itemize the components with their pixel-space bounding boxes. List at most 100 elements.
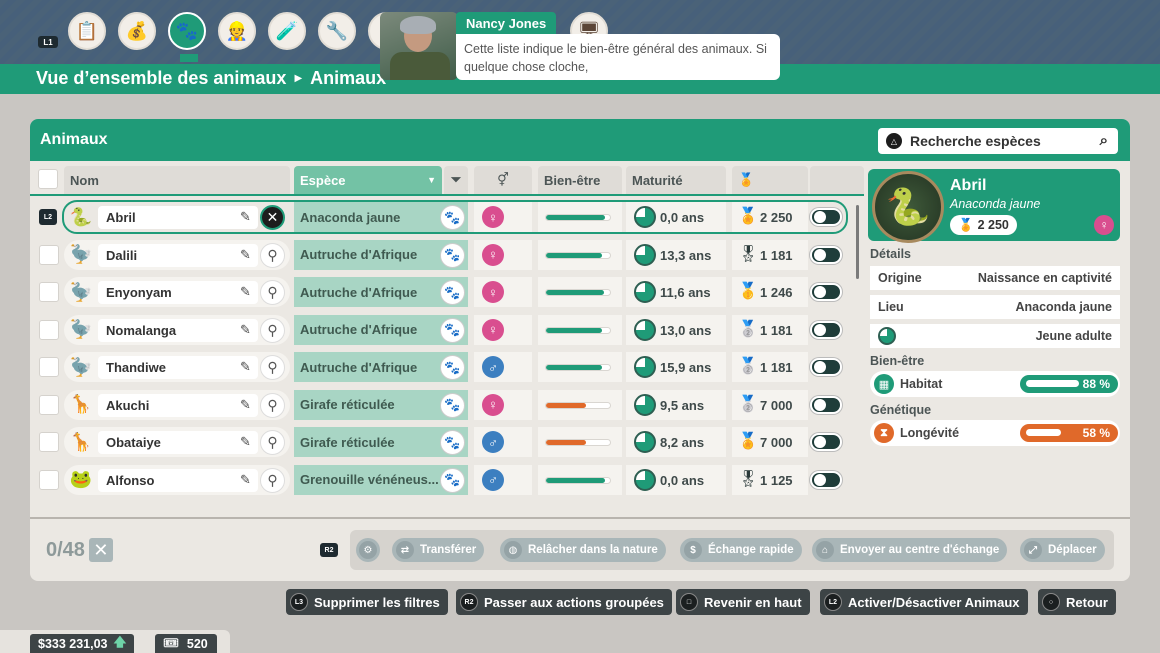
animal-name-field[interactable]: Thandiwe xyxy=(98,356,258,379)
pencil-icon[interactable]: ✎ xyxy=(240,472,251,488)
paw-icon[interactable]: 🐾 xyxy=(440,392,465,418)
clipboard-icon[interactable]: 📋 xyxy=(68,12,106,50)
animal-score: 1 181 xyxy=(760,360,793,375)
release-button[interactable]: ◍ Relâcher dans la nature xyxy=(500,538,666,562)
pencil-icon[interactable]: ✎ xyxy=(240,434,251,450)
row-checkbox[interactable] xyxy=(39,244,59,265)
animal-row[interactable]: 🦤 Dalili ✎ ⚲ Autruche d'Afrique 🐾 ♀ 13,3… xyxy=(30,238,864,272)
animal-row[interactable]: 🦤 Thandiwe ✎ ⚲ Autruche d'Afrique 🐾 ♂ 15… xyxy=(30,350,864,384)
paw-icon[interactable]: 🐾 xyxy=(440,280,465,305)
animal-toggle[interactable] xyxy=(810,433,842,451)
animal-toggle[interactable] xyxy=(810,245,842,264)
pencil-icon[interactable]: ✎ xyxy=(240,397,251,413)
row-checkbox[interactable] xyxy=(39,469,59,490)
animal-list: L2 🐍 Abril ✎ ✕ Anaconda jaune 🐾 ♀ 0,0 an… xyxy=(30,200,864,512)
close-icon[interactable]: ✕ xyxy=(260,205,285,230)
row-checkbox[interactable] xyxy=(39,432,59,452)
animal-row[interactable]: L2 🐍 Abril ✎ ✕ Anaconda jaune 🐾 ♀ 0,0 an… xyxy=(30,200,864,234)
animal-toggle[interactable] xyxy=(810,283,842,301)
column-header-score-icon[interactable]: 🏅 xyxy=(732,166,808,194)
pencil-icon[interactable]: ✎ xyxy=(240,247,251,263)
pencil-icon[interactable]: ✎ xyxy=(240,284,251,300)
animal-row[interactable]: 🦤 Enyonyam ✎ ⚲ Autruche d'Afrique 🐾 ♀ 11… xyxy=(30,275,864,309)
animal-toggle[interactable] xyxy=(810,320,842,339)
maturity-icon xyxy=(634,431,656,453)
paw-icon[interactable]: 🐾 xyxy=(440,205,465,230)
money-icon[interactable]: 💰 xyxy=(118,12,156,50)
pencil-icon[interactable]: ✎ xyxy=(240,322,251,338)
hint-bulk-actions[interactable]: R2 Passer aux actions groupées xyxy=(456,589,672,615)
paw-icon[interactable]: 🐾 xyxy=(168,12,206,62)
animal-name-field[interactable]: Abril xyxy=(98,206,258,229)
select-all-checkbox[interactable] xyxy=(38,169,58,189)
group-action-button[interactable]: ⚙ xyxy=(356,538,380,562)
animal-score: 1 125 xyxy=(760,472,793,488)
column-header-gender-icon[interactable]: ⚥ xyxy=(474,166,532,194)
animal-name-field[interactable]: Nomalanga xyxy=(98,318,258,342)
column-header-name[interactable]: Nom xyxy=(64,166,290,194)
animal-maturity: 9,5 ans xyxy=(660,397,705,413)
column-header-maturity[interactable]: Maturité xyxy=(626,166,726,194)
animal-toggle[interactable] xyxy=(810,208,842,226)
exchange-center-icon: ⌂ xyxy=(816,541,834,559)
advisor-message: Cette liste indique le bien-être général… xyxy=(456,34,780,80)
locate-pin-icon[interactable]: ⚲ xyxy=(260,355,285,380)
move-button[interactable]: ⤢ Déplacer xyxy=(1020,538,1105,562)
transfer-button[interactable]: ⇄ Transférer xyxy=(392,538,485,562)
paw-icon[interactable]: 🐾 xyxy=(440,242,465,268)
animal-toggle[interactable] xyxy=(810,395,842,414)
animal-score: 1 181 xyxy=(760,247,793,263)
paw-icon[interactable]: 🐾 xyxy=(440,430,465,455)
row-checkbox[interactable] xyxy=(39,357,59,377)
wrench-icon[interactable]: 🔧 xyxy=(318,12,356,50)
pencil-icon[interactable]: ✎ xyxy=(240,209,251,225)
animal-row[interactable]: 🐸 Alfonso ✎ ⚲ Grenouille vénéneus... 🐾 ♂… xyxy=(30,463,864,497)
hint-back-to-top[interactable]: □ Revenir en haut xyxy=(676,589,810,615)
footer-divider xyxy=(30,517,1130,519)
row-checkbox[interactable] xyxy=(39,319,59,340)
column-header-welfare[interactable]: Bien-être xyxy=(538,166,622,194)
hint-back[interactable]: ○ Retour xyxy=(1038,589,1116,615)
animal-name-field[interactable]: Dalili xyxy=(98,243,258,267)
staff-icon[interactable]: 👷 xyxy=(218,12,256,50)
female-icon: ♀ xyxy=(1094,215,1114,235)
breadcrumb-overview[interactable]: Vue d’ensemble des animaux xyxy=(36,68,286,89)
animal-name-field[interactable]: Obataiye xyxy=(98,431,258,454)
paw-icon[interactable]: 🐾 xyxy=(440,317,465,343)
animal-name-field[interactable]: Enyonyam xyxy=(98,281,258,304)
paw-icon[interactable]: 🐾 xyxy=(440,355,465,380)
locate-pin-icon[interactable]: ⚲ xyxy=(260,430,285,455)
animal-toggle[interactable] xyxy=(810,358,842,376)
pencil-icon[interactable]: ✎ xyxy=(240,359,251,375)
animal-toggle[interactable] xyxy=(810,470,842,489)
animal-score: 7 000 xyxy=(760,435,793,450)
advisor-portrait xyxy=(380,12,458,80)
animal-name-field[interactable]: Alfonso xyxy=(98,468,258,492)
research-icon[interactable]: 🧪 xyxy=(268,12,306,50)
hint-toggle-animals[interactable]: L2 Activer/Désactiver Animaux xyxy=(820,589,1028,615)
maturity-icon xyxy=(634,393,656,416)
locate-pin-icon[interactable]: ⚲ xyxy=(260,280,285,305)
filter-icon[interactable]: ⏷ xyxy=(444,166,468,194)
search-icon: ⌕ xyxy=(1099,132,1108,149)
locate-pin-icon[interactable]: ⚲ xyxy=(260,317,285,343)
paw-icon[interactable]: 🐾 xyxy=(440,467,465,493)
clear-selection-icon[interactable]: ✕ xyxy=(88,538,113,562)
male-icon: ♂ xyxy=(482,356,504,378)
row-checkbox[interactable] xyxy=(39,394,59,415)
species-search-input[interactable]: △ Recherche espèces ⌕ xyxy=(878,128,1118,154)
quick-trade-button[interactable]: $ Échange rapide xyxy=(680,538,802,562)
send-to-exchange-button[interactable]: ⌂ Envoyer au centre d'échange xyxy=(812,538,1008,562)
column-header-species[interactable]: Espèce ▼ xyxy=(294,166,442,194)
list-scrollbar[interactable] xyxy=(856,205,859,279)
animal-name-field[interactable]: Akuchi xyxy=(98,393,258,417)
animal-row[interactable]: 🦤 Nomalanga ✎ ⚲ Autruche d'Afrique 🐾 ♀ 1… xyxy=(30,313,864,347)
animal-row[interactable]: 🦒 Obataiye ✎ ⚲ Girafe réticulée 🐾 ♂ 8,2 … xyxy=(30,425,864,459)
animal-row[interactable]: 🦒 Akuchi ✎ ⚲ Girafe réticulée 🐾 ♀ 9,5 an… xyxy=(30,388,864,422)
hint-clear-filters[interactable]: L3 Supprimer les filtres xyxy=(286,589,448,615)
locate-pin-icon[interactable]: ⚲ xyxy=(260,467,285,493)
l2-select-icon[interactable]: L2 xyxy=(39,209,57,225)
locate-pin-icon[interactable]: ⚲ xyxy=(260,242,285,268)
row-checkbox[interactable] xyxy=(39,282,59,302)
locate-pin-icon[interactable]: ⚲ xyxy=(260,392,285,418)
